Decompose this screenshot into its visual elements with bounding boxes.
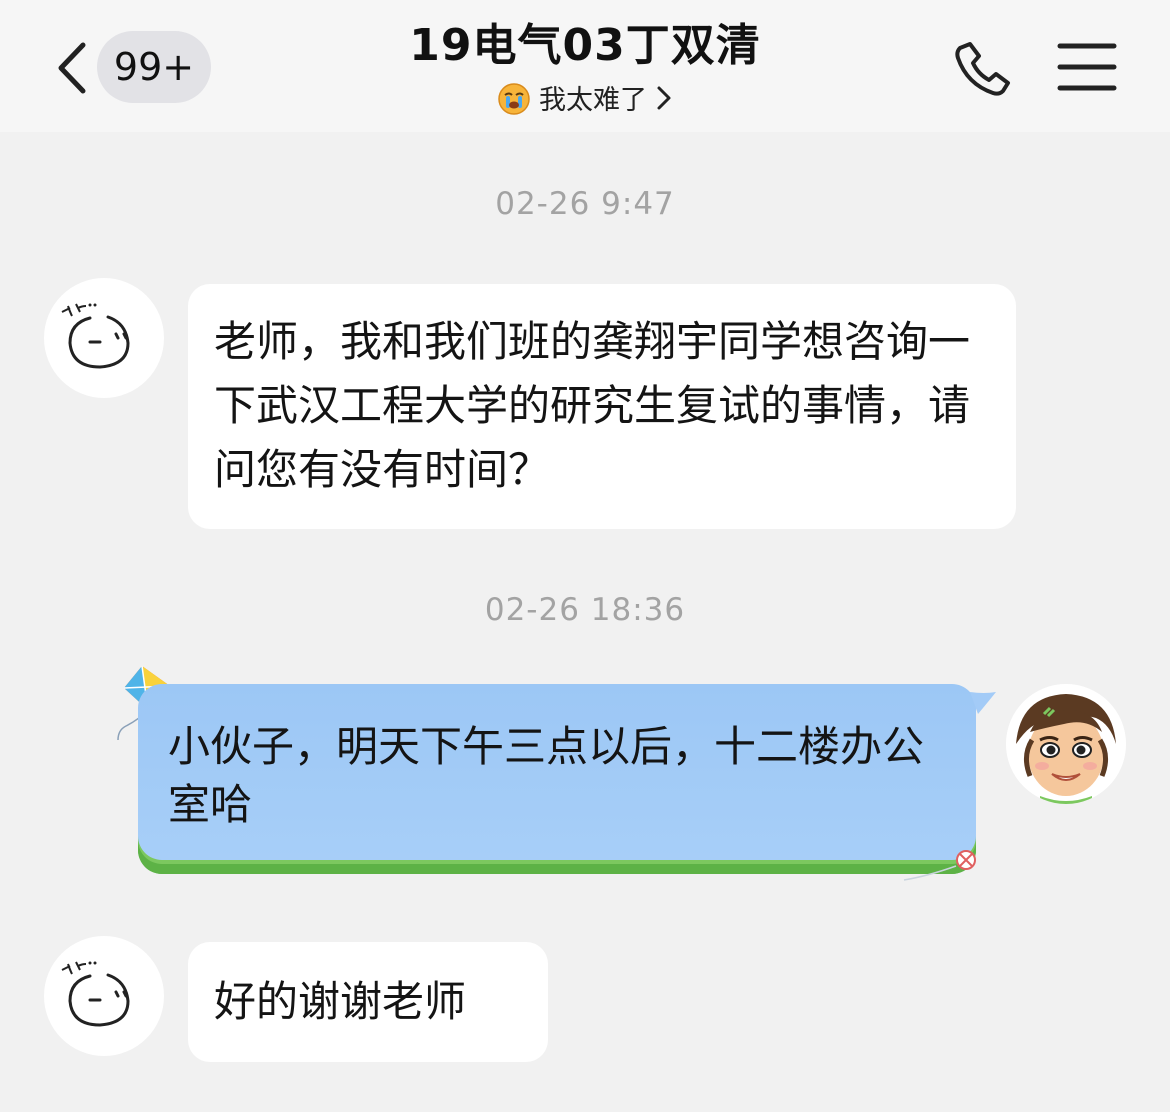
doodle-face-icon bbox=[61, 303, 130, 369]
back-button[interactable] bbox=[50, 36, 94, 100]
unread-count-badge[interactable]: 99+ bbox=[97, 31, 211, 103]
message-timestamp: 02-26 18:36 bbox=[484, 592, 686, 628]
phone-icon[interactable] bbox=[952, 36, 1016, 100]
contact-avatar[interactable] bbox=[44, 278, 164, 398]
message-timestamp: 02-26 9:47 bbox=[495, 186, 675, 222]
message-bubble-sent[interactable]: 小伙子，明天下午三点以后，十二楼办公室哈 bbox=[138, 684, 976, 874]
pinwheel-icon bbox=[903, 850, 976, 881]
contact-status[interactable]: 我太难了 bbox=[497, 78, 673, 117]
self-avatar[interactable] bbox=[1006, 684, 1126, 804]
message-bubble-received[interactable]: 老师，我和我们班的龚翔宇同学想咨询一下武汉工程大学的研究生复试的事情，请问您有没… bbox=[188, 284, 1016, 529]
menu-icon[interactable] bbox=[1056, 40, 1118, 94]
title-block: 19电气03丁双清 我太难了 bbox=[285, 18, 885, 119]
contact-avatar[interactable] bbox=[44, 936, 164, 1056]
status-text: 我太难了 bbox=[539, 85, 647, 116]
chevron-right-icon bbox=[657, 86, 671, 109]
crying-face-icon bbox=[498, 82, 530, 115]
chevron-left-icon bbox=[58, 42, 86, 94]
cartoon-girl-icon bbox=[1006, 684, 1126, 804]
doodle-face-icon bbox=[61, 961, 130, 1027]
chat-title: 19电气03丁双清 bbox=[409, 20, 761, 71]
bubble-tail bbox=[970, 692, 996, 714]
chat-header: 99+ 19电气03丁双清 我太难了 bbox=[0, 0, 1170, 132]
message-bubble-received[interactable]: 好的谢谢老师 bbox=[188, 942, 548, 1062]
